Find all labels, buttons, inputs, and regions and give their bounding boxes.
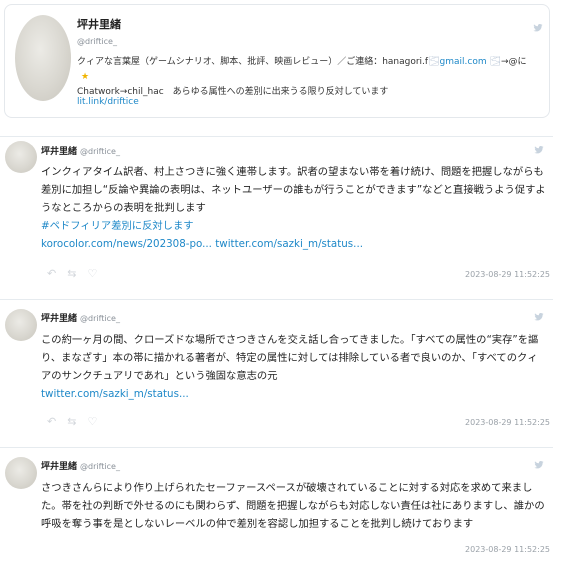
bio-line-1: クィアな言葉屋（ゲームシナリオ、脚本、批評、映画レビュー）／ご連絡：hanago… [77,57,429,67]
tweet-date[interactable]: 2023-08-29 11:52:25 [465,545,550,554]
profile-handle[interactable]: @driftice_ [77,37,117,46]
tweet: 坪井里緒 @driftice_ この約一ヶ月の間、クローズドな場所でさつきさんを交… [0,299,553,444]
tweet-author-name[interactable]: 坪井里緒 [41,462,77,472]
like-icon[interactable]: ♡ [87,415,97,428]
bio-email-tail[interactable]: gmail.com [440,57,487,67]
tweet-author-name[interactable]: 坪井里緒 [41,314,77,324]
tweet-author-handle[interactable]: @driftice_ [80,462,120,471]
tweet-header: 坪井里緒 @driftice_ [41,144,120,157]
profile-link[interactable]: lit.link/driftice [77,97,139,107]
tweet-actions: ↶ ⇆ ♡ [47,415,108,428]
profile-bio: クィアな言葉屋（ゲームシナリオ、脚本、批評、映画レビュー）／ご連絡：hanago… [77,55,533,100]
profile-card: 坪井里緒 @driftice_ クィアな言葉屋（ゲームシナリオ、脚本、批評、映画… [4,4,550,118]
avatar[interactable] [5,309,37,341]
gray-emoji-icon: 🌫 [428,57,440,67]
tweet-author-name[interactable]: 坪井里緒 [41,147,77,157]
tweet-author-handle[interactable]: @driftice_ [80,147,120,156]
tweet-body: インクィアタイム訳者、村上さつきに強く連帯します。訳者の望まない帯を着け続け、問… [41,166,546,214]
tweet-text: この約一ヶ月の間、クローズドな場所でさつきさんを交え話し合ってきました。「すべて… [41,331,546,403]
tweet-text: インクィアタイム訳者、村上さつきに強く連帯します。訳者の望まない帯を着け続け、問… [41,163,546,253]
tweet-header: 坪井里緒 @driftice_ [41,311,120,324]
reply-icon[interactable]: ↶ [47,415,56,428]
tweet-actions: ↶ ⇆ ♡ [47,267,108,280]
bio-line-2: Chatwork→chil_hac あらゆる属性への差別に出来うる限り反対してい… [77,87,389,97]
tweet-date[interactable]: 2023-08-29 11:52:25 [465,418,550,427]
tweet-text: さつきさんらにより作り上げられたセーファースペースが破壊されていることに対する対… [41,479,546,533]
tweet-link[interactable]: korocolor.com/news/202308-po... twitter.… [41,238,363,250]
gray-emoji-icon: 🌫 [489,57,501,67]
avatar[interactable] [15,15,71,101]
retweet-icon[interactable]: ⇆ [67,267,76,280]
star-icon: ★ [81,72,90,82]
bio-line-1-tail: →@に [500,57,527,67]
twitter-bird-icon[interactable] [534,460,544,470]
tweet-author-handle[interactable]: @driftice_ [80,314,120,323]
twitter-bird-icon[interactable] [534,312,544,322]
reply-icon[interactable]: ↶ [47,267,56,280]
twitter-bird-icon[interactable] [533,23,543,33]
tweet-body: この約一ヶ月の間、クローズドな場所でさつきさんを交え話し合ってきました。「すべて… [41,334,539,382]
tweet-body: さつきさんらにより作り上げられたセーファースペースが破壊されていることに対する対… [41,482,545,530]
tweet: 坪井里緒 @driftice_ インクィアタイム訳者、村上さつきに強く連帯します。… [0,136,553,291]
tweet-date[interactable]: 2023-08-29 11:52:25 [465,270,550,279]
retweet-icon[interactable]: ⇆ [67,415,76,428]
like-icon[interactable]: ♡ [87,267,97,280]
twitter-bird-icon[interactable] [534,145,544,155]
tweet: 坪井里緒 @driftice_ さつきさんらにより作り上げられたセーファースペース… [0,447,553,565]
avatar[interactable] [5,457,37,489]
tweet-header: 坪井里緒 @driftice_ [41,459,120,472]
tweet-hashtag[interactable]: #ペドフィリア差別に反対します [41,220,194,232]
profile-name[interactable]: 坪井里緒 [77,16,121,32]
tweet-link[interactable]: twitter.com/sazki_m/status... [41,388,189,400]
avatar[interactable] [5,141,37,173]
